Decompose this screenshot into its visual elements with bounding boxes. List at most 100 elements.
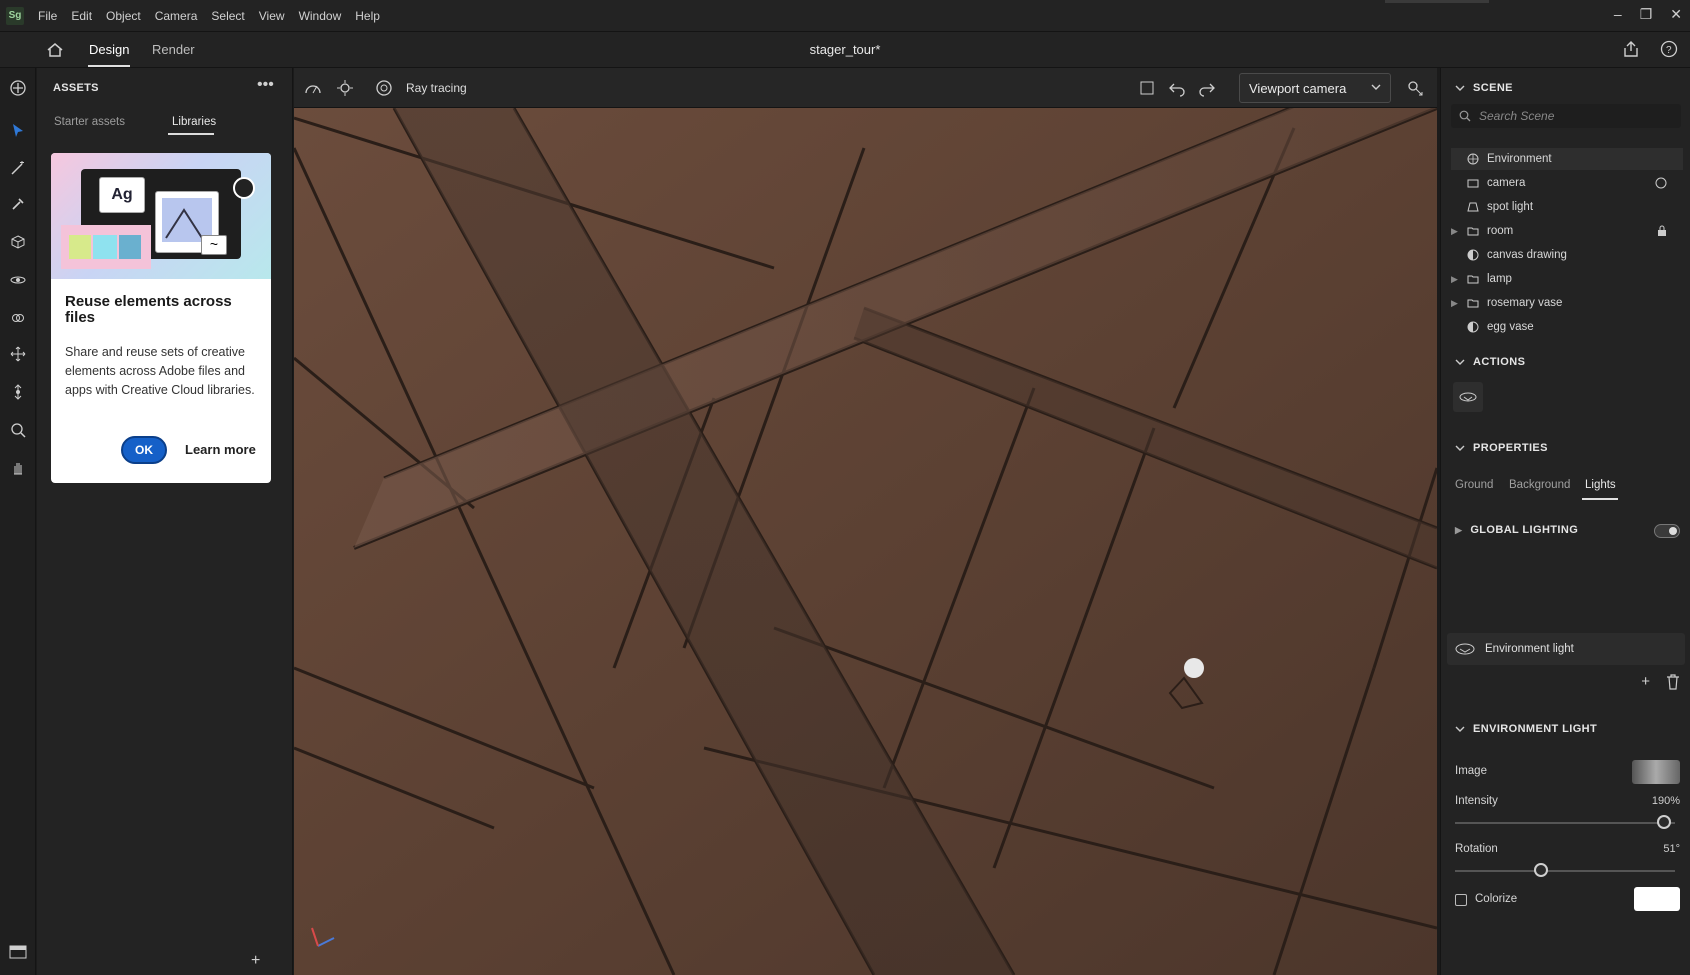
intensity-value[interactable]: 190% — [1652, 795, 1680, 807]
share-icon[interactable] — [1622, 40, 1640, 58]
scene-header[interactable]: SCENE — [1455, 82, 1513, 94]
menu-camera[interactable]: Camera — [155, 9, 198, 23]
learn-more-link[interactable]: Learn more — [185, 442, 256, 457]
environment-light-section-title: ENVIRONMENT LIGHT — [1473, 723, 1598, 735]
scene-item-canvas-drawing[interactable]: canvas drawing — [1451, 244, 1683, 266]
scene-item-label: canvas drawing — [1487, 249, 1567, 261]
global-lighting-title: GLOBAL LIGHTING — [1470, 524, 1579, 536]
help-icon[interactable]: ? — [1660, 40, 1678, 58]
ray-tracing-icon[interactable] — [375, 79, 393, 97]
performance-icon[interactable] — [304, 79, 322, 97]
menu-select[interactable]: Select — [211, 9, 244, 23]
assets-title: ASSETS — [53, 82, 99, 94]
menu-help[interactable]: Help — [355, 9, 380, 23]
link-icon[interactable] — [8, 308, 28, 328]
properties-header[interactable]: PROPERTIES — [1455, 442, 1548, 454]
scene-item-environment[interactable]: Environment — [1451, 148, 1683, 170]
tab-lights[interactable]: Lights — [1585, 479, 1616, 491]
ok-button[interactable]: OK — [121, 436, 167, 464]
more-options-icon[interactable]: ••• — [257, 76, 274, 94]
camera-bookmark-icon[interactable] — [1405, 78, 1425, 98]
tab-background[interactable]: Background — [1509, 479, 1570, 491]
scene-item-room[interactable]: ▶ room — [1451, 220, 1683, 242]
illustration-user-icon — [233, 177, 255, 199]
add-light-icon[interactable]: + — [1641, 673, 1650, 690]
rotation-value[interactable]: 51° — [1663, 843, 1680, 855]
menu-file[interactable]: File — [38, 9, 57, 23]
magic-wand-icon[interactable] — [8, 158, 28, 178]
ray-tracing-label[interactable]: Ray tracing — [406, 81, 467, 95]
rotation-slider-track[interactable] — [1455, 870, 1675, 872]
frame-icon[interactable] — [1138, 79, 1156, 97]
scene-item-label: camera — [1487, 177, 1526, 189]
hand-icon[interactable] — [8, 458, 28, 478]
minimize-icon[interactable]: – — [1614, 6, 1622, 23]
viewport-camera-select[interactable]: Viewport camera — [1239, 73, 1391, 103]
image-label: Image — [1455, 765, 1487, 777]
hdri-image-thumbnail[interactable] — [1632, 760, 1680, 784]
close-icon[interactable]: ✕ — [1670, 6, 1682, 23]
intensity-slider-knob[interactable] — [1657, 815, 1671, 829]
viewport-toolbar: Ray tracing Viewport camera — [294, 68, 1437, 108]
scene-search-input[interactable]: Search Scene — [1451, 104, 1681, 128]
maximize-icon[interactable]: ❐ — [1640, 6, 1653, 23]
scene-item-rosemary-vase[interactable]: ▶ rosemary vase — [1451, 292, 1683, 314]
pan-icon[interactable] — [8, 344, 28, 364]
add-icon[interactable]: + — [251, 952, 260, 970]
zoom-icon[interactable] — [8, 420, 28, 440]
tab-starter-assets[interactable]: Starter assets — [54, 116, 125, 128]
menu-edit[interactable]: Edit — [71, 9, 92, 23]
add-content-icon[interactable] — [8, 78, 28, 98]
object-icon — [1465, 248, 1481, 262]
cube-icon[interactable] — [8, 232, 28, 252]
dolly-icon[interactable] — [8, 382, 28, 402]
rotation-slider-knob[interactable] — [1533, 863, 1548, 877]
3d-viewport[interactable] — [294, 108, 1437, 975]
layers-panel-icon[interactable] — [8, 942, 28, 962]
colorize-color-swatch[interactable] — [1634, 887, 1680, 911]
colorize-checkbox[interactable] — [1455, 894, 1467, 906]
menu-window[interactable]: Window — [299, 9, 342, 23]
intensity-slider-track[interactable] — [1455, 822, 1675, 824]
global-lighting-toggle[interactable] — [1654, 524, 1680, 538]
chevron-right-icon[interactable]: ▶ — [1451, 226, 1465, 237]
global-lighting-header[interactable]: ▶ GLOBAL LIGHTING — [1455, 524, 1578, 536]
action-environment-button[interactable] — [1453, 382, 1483, 412]
menu-view[interactable]: View — [259, 9, 285, 23]
globe-icon — [1465, 152, 1481, 166]
environment-light-item[interactable]: Environment light — [1447, 633, 1685, 665]
eyedropper-icon[interactable] — [8, 194, 28, 214]
scene-search-placeholder: Search Scene — [1479, 109, 1555, 123]
render-settings-icon[interactable] — [336, 79, 354, 97]
actions-header[interactable]: ACTIONS — [1455, 356, 1525, 368]
visibility-icon[interactable] — [1655, 177, 1667, 189]
scene-item-camera[interactable]: camera — [1451, 172, 1683, 194]
intensity-label: Intensity — [1455, 795, 1498, 807]
scene-item-egg-vase[interactable]: egg vase — [1451, 316, 1683, 338]
orbit-icon[interactable] — [8, 270, 28, 290]
illustration-font-tile: Ag — [99, 177, 145, 213]
scene-item-lamp[interactable]: ▶ lamp — [1451, 268, 1683, 290]
lock-icon[interactable] — [1657, 225, 1667, 237]
chevron-right-icon[interactable]: ▶ — [1451, 298, 1465, 309]
menu-bar: Sg File Edit Object Camera Select View W… — [0, 0, 1690, 32]
folder-icon — [1465, 224, 1481, 238]
menu-object[interactable]: Object — [106, 9, 141, 23]
undo-icon[interactable] — [1168, 79, 1186, 97]
tab-ground[interactable]: Ground — [1455, 479, 1493, 491]
document-title: stager_tour* — [809, 42, 881, 57]
card-body: Share and reuse sets of creative element… — [65, 345, 255, 397]
illustration-color-tile — [61, 225, 151, 269]
scene-item-spot-light[interactable]: spot light — [1451, 196, 1683, 218]
scene-item-label: room — [1487, 225, 1514, 237]
window-controls: – ❐ ✕ — [1614, 6, 1682, 23]
chevron-right-icon[interactable]: ▶ — [1451, 274, 1465, 285]
redo-icon[interactable] — [1198, 79, 1216, 97]
top-bar: Design Render stager_tour* ? — [0, 32, 1690, 68]
trash-icon[interactable] — [1666, 674, 1680, 690]
folder-icon — [1465, 272, 1481, 286]
tab-libraries[interactable]: Libraries — [172, 116, 216, 128]
environment-light-header[interactable]: ENVIRONMENT LIGHT — [1455, 723, 1597, 735]
select-tool-icon[interactable] — [8, 120, 28, 140]
illustration-brush-tile: ~ — [201, 235, 227, 255]
